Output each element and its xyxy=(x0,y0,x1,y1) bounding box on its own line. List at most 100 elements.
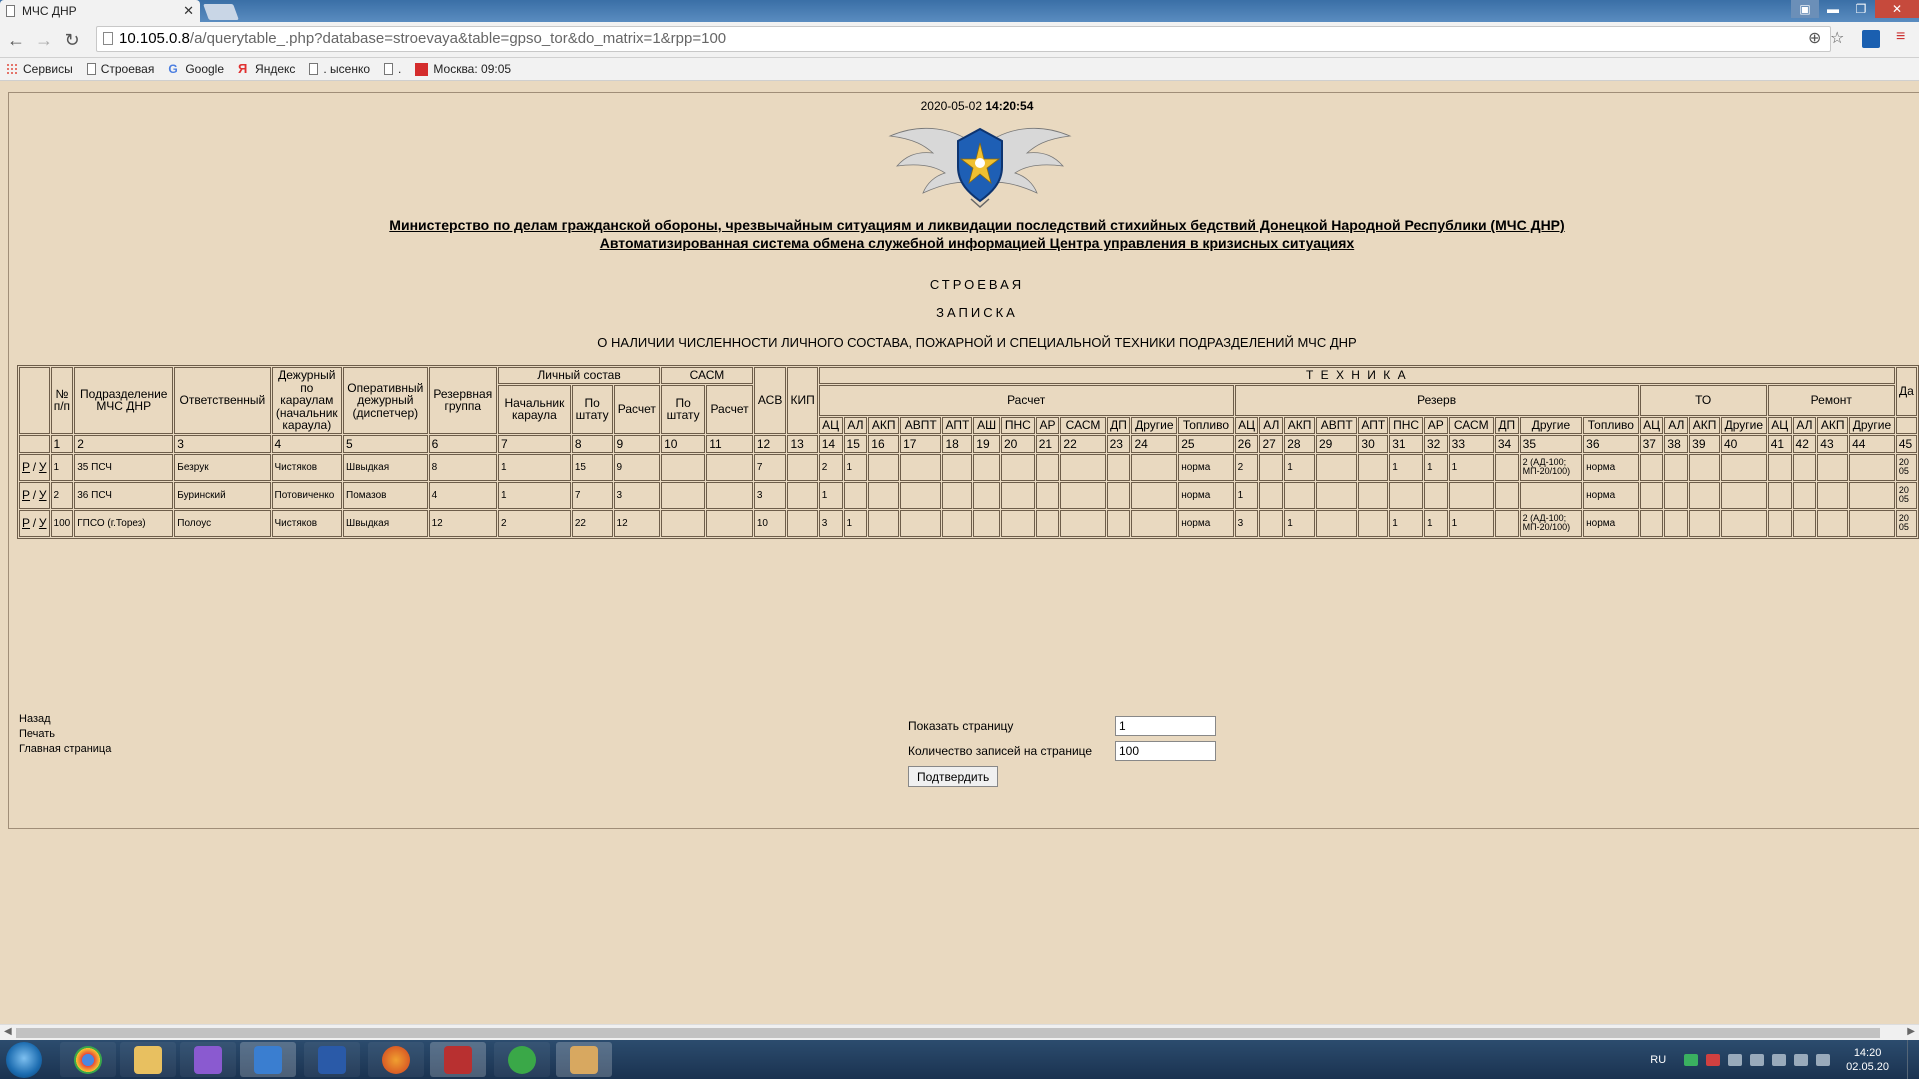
show-desktop-button[interactable] xyxy=(1907,1040,1919,1079)
close-icon[interactable]: ✕ xyxy=(183,0,194,22)
scroll-right-icon[interactable]: ▶ xyxy=(1907,1026,1915,1037)
column-number-cell: 29 xyxy=(1316,434,1358,453)
table-cell: 2 xyxy=(498,509,571,537)
truck-app-taskbar-icon[interactable] xyxy=(430,1042,486,1077)
submit-button[interactable]: Подтвердить xyxy=(908,766,999,787)
menu-icon[interactable]: ≡ xyxy=(1896,28,1905,46)
home-link[interactable]: Главная страница xyxy=(19,742,111,757)
bookmark-lysenko[interactable]: . ысенко xyxy=(309,58,370,80)
delete-row-link[interactable]: У xyxy=(39,488,47,502)
scrollbar-thumb[interactable] xyxy=(16,1028,1880,1038)
print-link[interactable]: Печать xyxy=(19,727,111,742)
table-cell: ГПСО (г.Торез) xyxy=(74,509,174,537)
col-num-header: № п/п xyxy=(50,367,74,434)
table-cell xyxy=(1849,481,1895,509)
col-chief-header: Начальник караула xyxy=(498,384,571,434)
table-cell: 3 xyxy=(818,509,843,537)
word-taskbar-icon[interactable] xyxy=(304,1042,360,1077)
monitor-icon[interactable] xyxy=(1728,1053,1743,1066)
star-icon[interactable]: ☆ xyxy=(1830,28,1844,48)
scroll-left-icon[interactable]: ◀ xyxy=(4,1026,12,1037)
table-cell xyxy=(1792,481,1817,509)
wifi-icon[interactable] xyxy=(1794,1053,1809,1066)
ministry-title[interactable]: Министерство по делам гражданской оборон… xyxy=(9,217,1919,233)
bookmarks-bar: Сервисы Строевая G Google Я Яндекс . ысенк… xyxy=(0,58,1919,81)
column-number-cell: 3 xyxy=(174,434,271,453)
green-app-taskbar-icon[interactable] xyxy=(494,1042,550,1077)
col-calc-7-header: АР xyxy=(1035,417,1060,434)
table-cell: норма xyxy=(1178,509,1234,537)
horizontal-scrollbar[interactable]: ◀ ▶ xyxy=(0,1024,1919,1040)
maximize-icon[interactable]: ❐ xyxy=(1847,0,1875,18)
address-bar[interactable]: 10.105.0.8/a/querytable_.php?database=st… xyxy=(96,26,1831,52)
table-cell: 1 xyxy=(1423,509,1448,537)
table-cell xyxy=(661,453,706,481)
table-cell xyxy=(1689,481,1720,509)
back-icon[interactable]: ← xyxy=(6,30,26,51)
flag-icon[interactable] xyxy=(1772,1053,1787,1066)
new-tab-button[interactable] xyxy=(203,4,239,20)
column-number-cell: 26 xyxy=(1234,434,1259,453)
forward-icon[interactable]: → xyxy=(34,30,54,51)
page-content: 2020-05-02 14:20:54 Министерство по дела… xyxy=(8,92,1919,829)
table-cell xyxy=(1817,509,1849,537)
extension-icon[interactable] xyxy=(1862,30,1880,48)
start-button[interactable] xyxy=(6,1042,42,1078)
bookmark-google[interactable]: G Google xyxy=(168,58,224,80)
col-sasm-staff-header: По штату xyxy=(661,384,706,434)
zoom-icon[interactable]: ⊕ xyxy=(1808,28,1821,48)
bookmark-yandex[interactable]: Я Яндекс xyxy=(238,58,295,80)
table-cell xyxy=(1817,481,1849,509)
browser-tab[interactable]: МЧС ДНР ✕ xyxy=(0,0,200,22)
table-cell: 8 xyxy=(428,453,498,481)
volume-icon[interactable] xyxy=(1816,1053,1831,1066)
table-cell: 20 05 xyxy=(1895,481,1917,509)
reload-icon[interactable]: ↻ xyxy=(62,30,82,51)
edit-row-link[interactable]: Р xyxy=(22,516,30,530)
explorer-taskbar-icon[interactable] xyxy=(120,1042,176,1077)
clock[interactable]: 14:20 02.05.20 xyxy=(1846,1046,1889,1074)
column-number-cell: 35 xyxy=(1519,434,1583,453)
table-cell xyxy=(868,509,900,537)
column-number-cell xyxy=(19,434,50,453)
edit-row-link[interactable]: Р xyxy=(22,488,30,502)
chrome-taskbar-icon[interactable] xyxy=(60,1042,116,1077)
column-number-cell: 22 xyxy=(1060,434,1106,453)
column-number-cell: 21 xyxy=(1035,434,1060,453)
column-number-cell: 43 xyxy=(1817,434,1849,453)
column-number-cell: 1 xyxy=(50,434,74,453)
system-title[interactable]: Автоматизированная система обмена служеб… xyxy=(9,235,1919,251)
delete-row-link[interactable]: У xyxy=(39,460,47,474)
col-reserve-9-header: Другие xyxy=(1519,417,1583,434)
minimize-icon[interactable]: ▬ xyxy=(1819,0,1847,18)
app-taskbar-icon[interactable] xyxy=(180,1042,236,1077)
row-actions: Р / У xyxy=(19,453,50,481)
back-link[interactable]: Назад xyxy=(19,712,111,727)
firefox-taskbar-icon[interactable] xyxy=(368,1042,424,1077)
table-cell: 3 xyxy=(753,481,787,509)
footer-links: Назад Печать Главная страница xyxy=(19,712,111,757)
close-window-icon[interactable]: ✕ xyxy=(1875,0,1919,18)
bookmark-services[interactable]: Сервисы xyxy=(6,58,73,80)
table-cell: Безрук xyxy=(174,453,271,481)
shield-icon[interactable] xyxy=(1684,1053,1699,1066)
paint-taskbar-icon[interactable] xyxy=(556,1042,612,1077)
network-icon[interactable] xyxy=(1750,1053,1765,1066)
bookmark-dot[interactable]: . xyxy=(384,58,401,80)
column-number-cell: 42 xyxy=(1792,434,1817,453)
doc-subtitle: О НАЛИЧИИ ЧИСЛЕННОСТИ ЛИЧНОГО СОСТАВА, П… xyxy=(597,335,1357,350)
edit-row-link[interactable]: Р xyxy=(22,460,30,474)
bookmark-stroevaya[interactable]: Строевая xyxy=(86,58,154,80)
delete-row-link[interactable]: У xyxy=(39,516,47,530)
mail-taskbar-icon[interactable] xyxy=(240,1042,296,1077)
antivirus-icon[interactable] xyxy=(1706,1053,1721,1066)
table-cell: 7 xyxy=(571,481,613,509)
rpp-input[interactable] xyxy=(1115,740,1216,761)
language-indicator[interactable]: RU xyxy=(1650,1054,1666,1066)
page-input[interactable] xyxy=(1115,715,1216,736)
column-number-cell: 6 xyxy=(428,434,498,453)
user-icon[interactable]: ▣ xyxy=(1791,0,1819,18)
col-repair-0-header: АЦ xyxy=(1767,417,1792,434)
bookmark-moscow[interactable]: Москва: 09:05 xyxy=(415,58,511,80)
row-actions: Р / У xyxy=(19,481,50,509)
